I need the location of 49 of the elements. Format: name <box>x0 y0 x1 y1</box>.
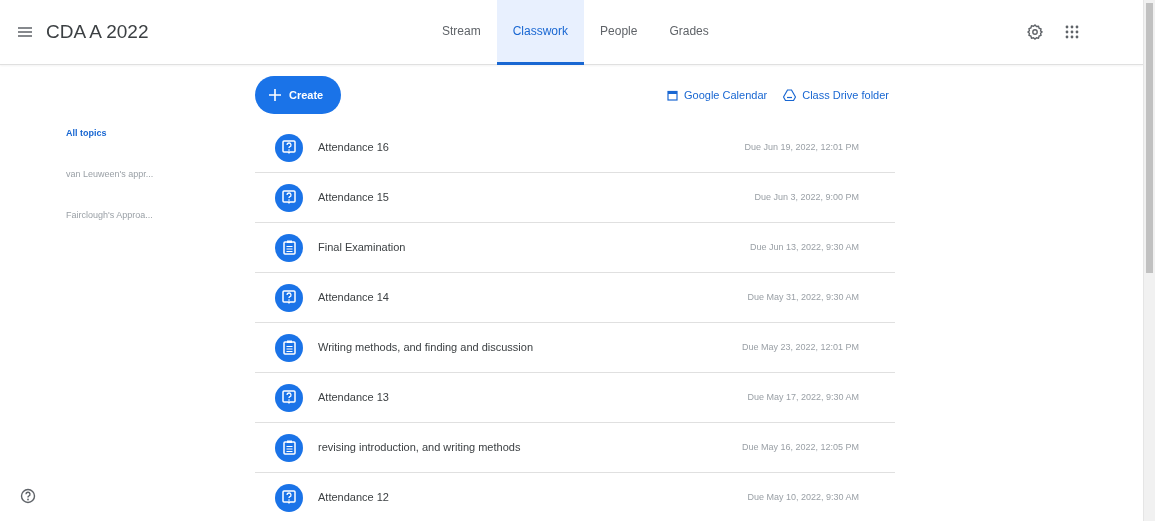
item-title: Attendance 13 <box>318 390 389 406</box>
assignment-icon <box>282 340 296 355</box>
classwork-item[interactable]: Attendance 12 Due May 10, 2022, 9:30 AM <box>255 473 895 521</box>
due-date: Due May 31, 2022, 9:30 AM <box>747 290 859 304</box>
scrollbar-thumb[interactable] <box>1146 3 1153 273</box>
item-title: Final Examination <box>318 240 406 256</box>
topic-link[interactable]: All topics <box>0 113 107 154</box>
question-icon <box>282 390 296 405</box>
due-date: Due Jun 13, 2022, 9:30 AM <box>749 240 859 254</box>
question-icon <box>282 290 296 305</box>
due-date: Due May 16, 2022, 12:05 PM <box>741 440 859 454</box>
calendar-icon <box>667 89 678 101</box>
apps-grid-icon[interactable] <box>1065 25 1079 39</box>
drive-icon <box>783 89 797 101</box>
due-date: Due Jun 19, 2022, 12:01 PM <box>744 140 859 154</box>
question-icon <box>282 140 296 155</box>
plus-icon <box>269 89 281 101</box>
item-title: Attendance 12 <box>318 490 389 506</box>
item-title: Attendance 14 <box>318 290 389 306</box>
classwork-item[interactable]: Writing methods, and finding and discussion Due May 23, 2022, 12:01 PM <box>255 323 895 373</box>
tab[interactable]: Classwork <box>496 0 585 65</box>
assignment-icon <box>282 240 296 255</box>
toolbar-link[interactable]: Google Calendar <box>667 86 768 104</box>
classwork-item[interactable]: revising introduction, and writing methods Due May 16, 2022, 12:05 PM <box>255 423 895 473</box>
due-date: Due Jun 3, 2022, 9:00 PM <box>754 190 859 204</box>
question-icon <box>282 190 296 205</box>
item-title: Writing methods, and finding and discussion <box>318 340 534 356</box>
due-date: Due May 17, 2022, 9:30 AM <box>747 390 859 404</box>
tab[interactable]: Stream <box>426 0 497 65</box>
tab[interactable]: Grades <box>653 0 725 65</box>
classwork-item[interactable]: Attendance 16 Due Jun 19, 2022, 12:01 PM <box>255 123 895 173</box>
due-date: Due May 23, 2022, 12:01 PM <box>741 340 859 354</box>
class-title: CDA A 2022 <box>46 19 150 44</box>
classwork-item[interactable]: Attendance 15 Due Jun 3, 2022, 9:00 PM <box>255 173 895 223</box>
due-date: Due May 10, 2022, 9:30 AM <box>747 490 859 504</box>
item-title: revising introduction, and writing methods <box>318 440 521 456</box>
settings-icon[interactable] <box>1027 24 1043 40</box>
assignment-icon <box>282 440 296 455</box>
help-icon[interactable] <box>20 488 36 504</box>
menu-icon[interactable] <box>18 27 32 37</box>
toolbar-link[interactable]: Class Drive folder <box>783 86 889 104</box>
item-title: Attendance 16 <box>318 140 389 156</box>
classwork-item[interactable]: Final Examination Due Jun 13, 2022, 9:30 AM <box>255 223 895 273</box>
question-icon <box>282 490 296 505</box>
create-button[interactable]: Create <box>255 76 342 114</box>
classwork-item[interactable]: Attendance 14 Due May 31, 2022, 9:30 AM <box>255 273 895 323</box>
item-title: Attendance 15 <box>318 190 389 206</box>
classwork-item[interactable]: Attendance 13 Due May 17, 2022, 9:30 AM <box>255 373 895 423</box>
tab[interactable]: People <box>584 0 654 65</box>
